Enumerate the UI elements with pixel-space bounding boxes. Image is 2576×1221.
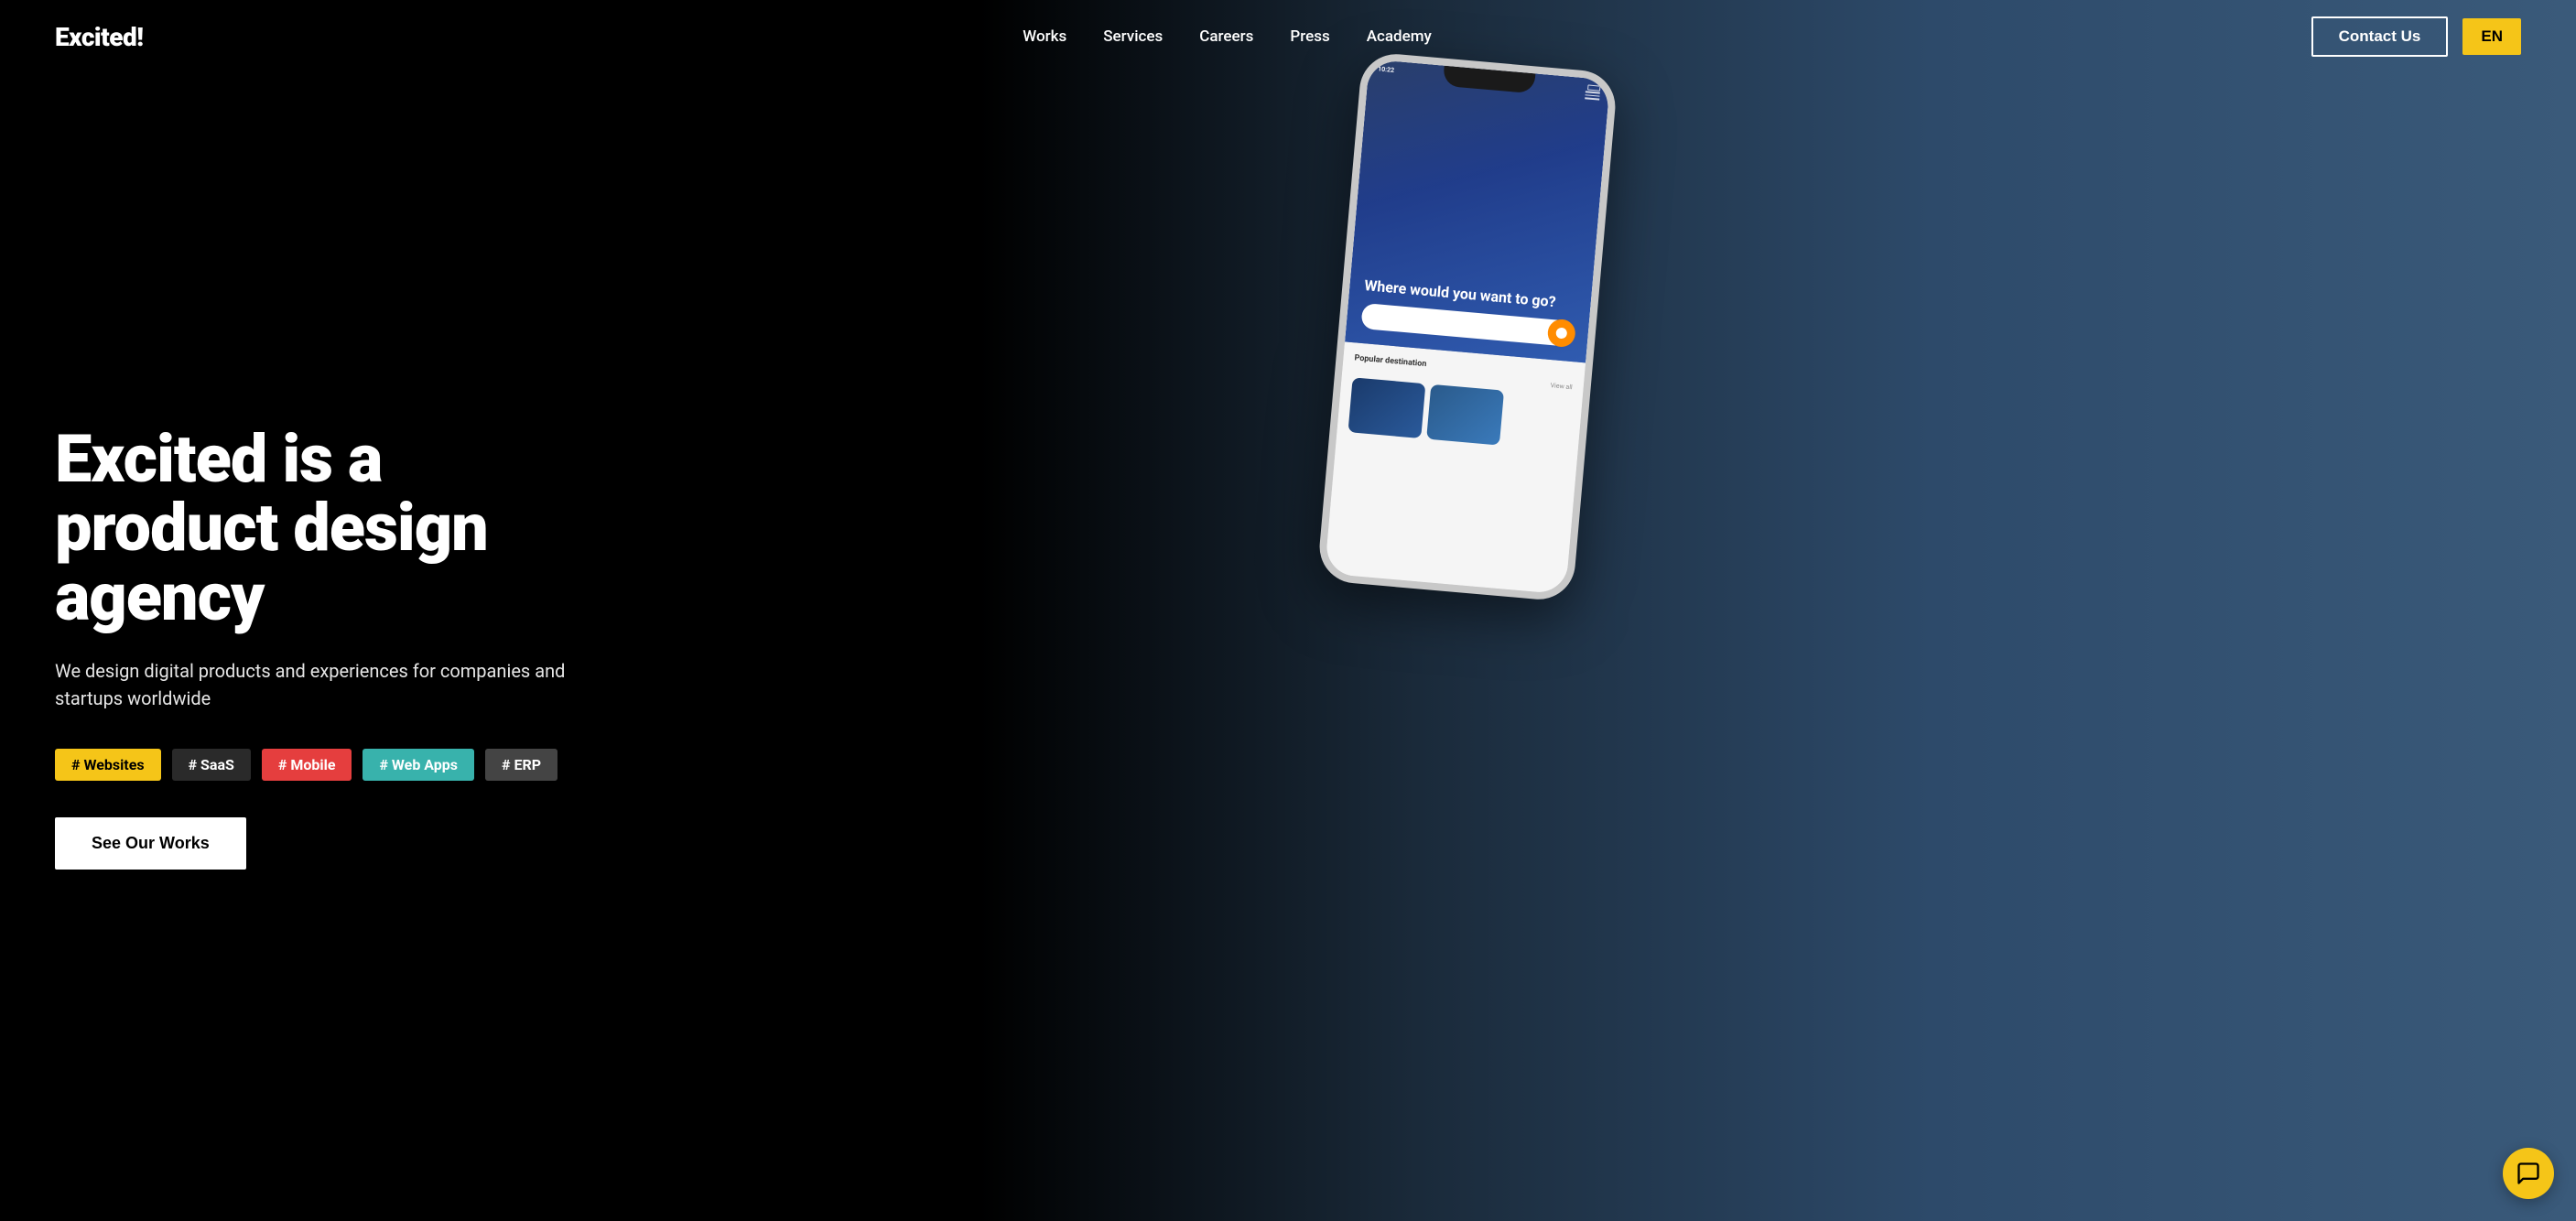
- phone-signal-icon: [1587, 84, 1600, 91]
- navbar: Excited! Works Services Careers Press Ac…: [0, 0, 2576, 73]
- nav-link-services[interactable]: Services: [1103, 27, 1163, 46]
- see-our-works-button[interactable]: See Our Works: [55, 817, 246, 870]
- language-button[interactable]: EN: [2462, 18, 2521, 55]
- phone-screen: 10:22 Where would you want to go?: [1325, 59, 1610, 594]
- phone-menu-icon: [1585, 91, 1600, 100]
- tag-saas[interactable]: # SaaS: [172, 749, 251, 781]
- tag-erp[interactable]: # ERP: [485, 749, 557, 781]
- nav-item-works[interactable]: Works: [1023, 27, 1066, 46]
- tag-list: # Websites # SaaS # Mobile # Web Apps # …: [55, 749, 586, 781]
- phone-mockup: 10:22 Where would you want to go?: [1317, 51, 1618, 602]
- nav-link-academy[interactable]: Academy: [1367, 27, 1432, 46]
- brand-logo[interactable]: Excited!: [55, 22, 143, 52]
- nav-item-academy[interactable]: Academy: [1367, 27, 1432, 46]
- chat-icon: [2516, 1161, 2541, 1186]
- nav-link-works[interactable]: Works: [1023, 27, 1066, 46]
- nav-link-press[interactable]: Press: [1290, 27, 1329, 46]
- phone-card-2: [1426, 384, 1504, 446]
- nav-link-careers[interactable]: Careers: [1199, 27, 1253, 46]
- phone-screen-top: 10:22 Where would you want to go?: [1345, 59, 1610, 362]
- phone-card-1: [1348, 377, 1426, 438]
- tag-mobile[interactable]: # Mobile: [262, 749, 352, 781]
- nav-item-services[interactable]: Services: [1103, 27, 1163, 46]
- nav-actions: Contact Us EN: [2311, 16, 2521, 57]
- tag-webapps[interactable]: # Web Apps: [363, 749, 474, 781]
- hero-content: Excited is a product design agency We de…: [0, 73, 641, 1221]
- hero-section: Excited! Works Services Careers Press Ac…: [0, 0, 2576, 1221]
- phone-status-icons: [1587, 84, 1600, 91]
- nav-item-careers[interactable]: Careers: [1199, 27, 1253, 46]
- phone-area: 10:22 Where would you want to go?: [1031, 0, 2576, 1221]
- tag-websites[interactable]: # Websites: [55, 749, 161, 781]
- nav-links: Works Services Careers Press Academy: [1023, 27, 1432, 46]
- nav-item-press[interactable]: Press: [1290, 27, 1329, 46]
- phone-bottom: Popular destination View all: [1325, 341, 1586, 594]
- contact-button[interactable]: Contact Us: [2311, 16, 2449, 57]
- hero-subtitle: We design digital products and experienc…: [55, 657, 586, 712]
- hero-title: Excited is a product design agency: [55, 425, 586, 632]
- phone-mic-icon: [1556, 327, 1568, 339]
- chat-bubble-button[interactable]: [2503, 1148, 2554, 1199]
